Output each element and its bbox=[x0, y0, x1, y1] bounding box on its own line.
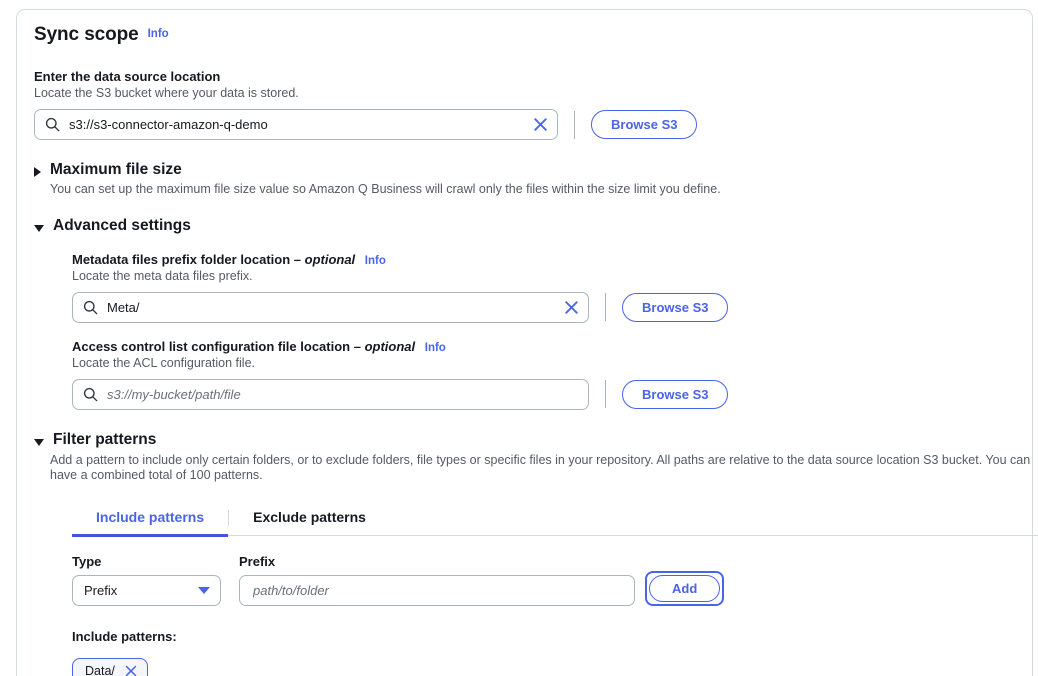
acl-config-input-placeholder: s3://my-bucket/path/file bbox=[107, 386, 241, 402]
advanced-settings-toggle[interactable]: Advanced settings bbox=[34, 217, 1034, 235]
add-pattern-button[interactable]: Add bbox=[649, 574, 721, 602]
browse-s3-button-acl[interactable]: Browse S3 bbox=[622, 379, 729, 409]
browse-s3-button-data-source[interactable]: Browse S3 bbox=[591, 110, 698, 139]
prefix-input-placeholder: path/to/folder bbox=[253, 582, 329, 598]
metadata-prefix-label-text: Metadata files prefix folder location bbox=[72, 251, 291, 267]
pattern-chip[interactable]: Data/ bbox=[72, 657, 148, 676]
filter-patterns-description: Add a pattern to include only certain fo… bbox=[50, 452, 1031, 483]
metadata-prefix-input-row: Meta/ Browse S3 bbox=[72, 291, 1034, 323]
page-root: Sync scope Info Enter the data source loc… bbox=[0, 0, 1038, 676]
acl-config-info-link[interactable]: Info bbox=[425, 342, 446, 354]
data-source-description: Locate the S3 bucket where your data is … bbox=[34, 86, 299, 100]
browse-s3-button-metadata[interactable]: Browse S3 bbox=[622, 292, 729, 322]
maximum-file-size-heading: Maximum file size bbox=[50, 161, 182, 178]
divider bbox=[605, 293, 606, 322]
metadata-prefix-label: Metadata files prefix folder location – … bbox=[72, 252, 1034, 267]
acl-config-input[interactable]: s3://my-bucket/path/file bbox=[72, 378, 589, 410]
card-content: Sync scope Info Enter the data source loc… bbox=[34, 24, 1038, 676]
chevron-down-icon bbox=[198, 586, 210, 594]
divider bbox=[574, 110, 575, 139]
tab-include-patterns[interactable]: Include patterns bbox=[72, 502, 229, 537]
metadata-prefix-input[interactable]: Meta/ bbox=[72, 291, 589, 323]
acl-config-label: Access control list configuration file l… bbox=[72, 339, 1034, 354]
metadata-prefix-optional: – optional bbox=[293, 251, 356, 267]
sync-scope-info-link[interactable]: Info bbox=[148, 28, 169, 40]
filter-patterns-heading: Filter patterns bbox=[53, 430, 157, 448]
divider bbox=[605, 380, 606, 409]
maximum-file-size-toggle[interactable]: Maximum file size bbox=[34, 161, 1034, 179]
chevron-down-icon bbox=[34, 224, 44, 232]
sync-scope-card: Sync scope Info Enter the data source loc… bbox=[16, 9, 1038, 676]
type-select[interactable]: Prefix bbox=[72, 574, 221, 606]
metadata-prefix-clear-icon[interactable] bbox=[563, 299, 580, 316]
chevron-down-icon bbox=[34, 438, 44, 446]
tab-exclude-patterns[interactable]: Exclude patterns bbox=[229, 502, 390, 535]
advanced-settings-heading: Advanced settings bbox=[53, 216, 191, 234]
acl-config-optional: – optional bbox=[353, 338, 416, 354]
search-icon bbox=[83, 300, 98, 315]
filter-patterns-section: Filter patterns Add a pattern to include… bbox=[34, 431, 1038, 676]
close-icon[interactable] bbox=[124, 664, 138, 676]
page-title-row: Sync scope Info bbox=[34, 24, 1034, 54]
chevron-right-icon bbox=[34, 167, 41, 177]
filter-patterns-toggle[interactable]: Filter patterns bbox=[34, 431, 1034, 449]
advanced-settings-section: Advanced settings Metadata files prefix … bbox=[34, 217, 1034, 410]
acl-config-input-row: s3://my-bucket/path/file Browse S3 bbox=[72, 378, 1034, 410]
add-button-focus-ring: Add bbox=[645, 570, 725, 606]
data-source-input-row: s3://s3-connector-amazon-q-demo Browse S… bbox=[34, 109, 1034, 140]
metadata-prefix-input-value: Meta/ bbox=[107, 299, 140, 315]
filter-patterns-tabs: Include patterns Exclude patterns bbox=[72, 502, 1038, 537]
type-field: Type Prefix bbox=[72, 554, 221, 606]
data-source-label: Enter the data source location bbox=[34, 69, 221, 84]
search-icon bbox=[83, 387, 98, 402]
pattern-entry-row: Type Prefix Prefix path/to/folder Add bbox=[72, 554, 1034, 606]
type-label: Type bbox=[72, 553, 102, 569]
include-patterns-list-label: Include patterns: bbox=[72, 628, 177, 644]
type-select-value: Prefix bbox=[84, 582, 118, 598]
data-source-input[interactable]: s3://s3-connector-amazon-q-demo bbox=[34, 109, 558, 140]
data-source-input-value: s3://s3-connector-amazon-q-demo bbox=[69, 117, 268, 132]
data-source-location-group: Enter the data source location Locate th… bbox=[34, 69, 1034, 140]
include-patterns-list-group: Include patterns: Data/ bbox=[72, 629, 1034, 676]
prefix-field: Prefix path/to/folder bbox=[239, 554, 635, 606]
page-title: Sync scope bbox=[34, 24, 139, 45]
data-source-clear-icon[interactable] bbox=[532, 116, 549, 133]
acl-config-label-text: Access control list configuration file l… bbox=[72, 338, 351, 354]
metadata-prefix-description: Locate the meta data files prefix. bbox=[72, 268, 253, 283]
acl-config-group: Access control list configuration file l… bbox=[72, 339, 1034, 410]
prefix-label: Prefix bbox=[239, 553, 276, 569]
search-icon bbox=[45, 117, 60, 132]
prefix-input[interactable]: path/to/folder bbox=[239, 574, 635, 606]
metadata-prefix-group: Metadata files prefix folder location – … bbox=[72, 252, 1034, 323]
pattern-chip-label: Data/ bbox=[85, 664, 115, 676]
maximum-file-size-section: Maximum file size You can set up the max… bbox=[34, 161, 1034, 198]
acl-config-description: Locate the ACL configuration file. bbox=[72, 355, 255, 370]
include-patterns-chips: Data/ bbox=[72, 657, 1034, 676]
maximum-file-size-description: You can set up the maximum file size val… bbox=[50, 182, 721, 196]
metadata-prefix-info-link[interactable]: Info bbox=[365, 255, 386, 267]
